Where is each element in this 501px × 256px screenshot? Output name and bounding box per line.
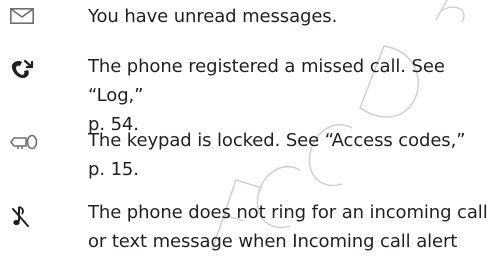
description-line: The phone does not ring for an incoming … bbox=[88, 202, 488, 223]
description-line: The keypad is locked. See “Access codes,… bbox=[88, 130, 466, 151]
description-line: The phone registered a missed call. See … bbox=[88, 56, 445, 106]
description-line: p. 15. bbox=[88, 159, 139, 180]
indicator-description: The phone does not ring for an incoming … bbox=[88, 198, 498, 256]
silent-ringtone-icon bbox=[10, 204, 40, 227]
keypad-lock-icon bbox=[10, 134, 40, 156]
missed-call-icon bbox=[10, 58, 40, 80]
description-line: or text message when Incoming call alert bbox=[88, 231, 458, 252]
description-line: You have unread messages. bbox=[88, 6, 338, 27]
indicator-description: The keypad is locked. See “Access codes,… bbox=[88, 126, 498, 184]
envelope-icon bbox=[10, 8, 40, 30]
indicator-description: You have unread messages. bbox=[88, 2, 498, 31]
